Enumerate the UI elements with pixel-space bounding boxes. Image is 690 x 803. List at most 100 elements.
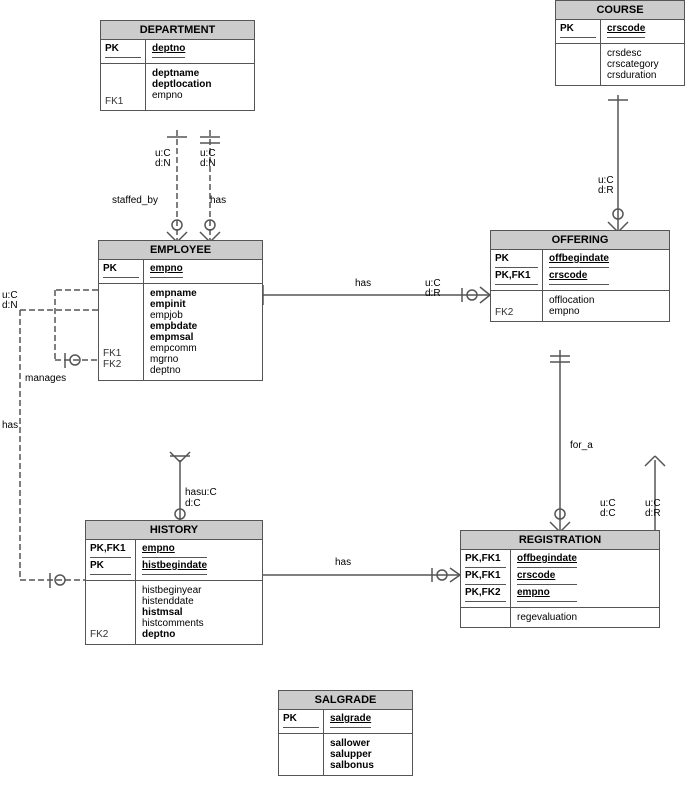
hist-fk2-label: FK2	[90, 629, 131, 640]
dept-empno: empno	[152, 90, 211, 101]
reg-pk1-label: PK,FK1	[465, 553, 506, 568]
label-for-a: for_a	[570, 440, 593, 451]
entity-employee: EMPLOYEE PK empno FK1 FK2 empname empini…	[98, 240, 263, 381]
reg-regevaluation: regevaluation	[517, 612, 577, 623]
off-fk2-label: FK2	[495, 307, 538, 318]
off-pk-attrs2: crscode	[549, 270, 609, 285]
reg-pk-attrs1: offbegindate	[517, 553, 577, 568]
hist-histenddate: histenddate	[142, 596, 204, 607]
label-dn-dept-top: d:N	[155, 158, 171, 169]
label-manages: manages	[25, 373, 66, 384]
label-has-emp-off: has	[355, 278, 371, 289]
label-has-hist-reg: has	[335, 557, 351, 568]
hist-pk2-label: PK	[90, 560, 131, 575]
course-pk-label: PK	[560, 23, 596, 38]
hist-deptno: deptno	[142, 629, 204, 640]
dept-fk1-label: FK1	[105, 96, 141, 107]
sal-salgrade: salgrade	[330, 713, 371, 724]
emp-pk-attrs: empno	[150, 263, 183, 278]
label-has-emp-hist: hasu:C	[185, 487, 217, 498]
sal-pk-attrs: salgrade	[330, 713, 371, 728]
emp-empjob: empjob	[150, 310, 197, 321]
sal-sallower: sallower	[330, 738, 374, 749]
label-has-left: has	[2, 420, 18, 431]
hist-histmsal: histmsal	[142, 607, 204, 618]
label-dn-dept2-top: d:N	[200, 158, 216, 169]
dept-pk-label: PK	[105, 43, 141, 58]
entity-registration-title: REGISTRATION	[519, 534, 601, 546]
emp-empbdate: empbdate	[150, 321, 197, 332]
entity-course: COURSE PK crscode crsdesc crscategory cr…	[555, 0, 685, 86]
emp-fk2-label: FK2	[103, 359, 139, 370]
entity-history: HISTORY PK,FK1 PK empno histbegindate FK…	[85, 520, 263, 645]
label-staffed-by: staffed_by	[112, 195, 158, 206]
label-dn-left: d:N	[2, 300, 18, 311]
off-crscode: crscode	[549, 270, 587, 281]
label-dc-emp-hist: d:C	[185, 498, 201, 509]
emp-empno: empno	[150, 263, 183, 274]
reg-pk-attrs2: crscode	[517, 570, 577, 585]
entity-registration-header: REGISTRATION	[461, 531, 659, 550]
entity-department-title: DEPARTMENT	[140, 24, 216, 36]
emp-empmsal: empmsal	[150, 332, 197, 343]
entity-offering-title: OFFERING	[552, 234, 609, 246]
entity-salgrade-title: SALGRADE	[315, 694, 377, 706]
emp-empinit: empinit	[150, 299, 197, 310]
sal-salupper: salupper	[330, 749, 374, 760]
emp-empcomm: empcomm	[150, 343, 197, 354]
label-dr-reg2: d:R	[645, 508, 661, 519]
emp-pk-label: PK	[103, 263, 139, 278]
off-pk-attrs1: offbegindate	[549, 253, 609, 268]
course-crscategory: crscategory	[607, 59, 659, 70]
hist-histbeginyear: histbeginyear	[142, 585, 204, 596]
entity-department-header: DEPARTMENT	[101, 21, 254, 40]
off-pk2-label: PK,FK1	[495, 270, 538, 285]
hist-pk-attrs2: histbegindate	[142, 560, 207, 575]
entity-salgrade-header: SALGRADE	[279, 691, 412, 710]
off-offbegindate: offbegindate	[549, 253, 609, 264]
sal-salbonus: salbonus	[330, 760, 374, 771]
course-crscode: crscode	[607, 23, 645, 34]
dept-deptno: deptno	[152, 43, 185, 54]
reg-pk3-label: PK,FK2	[465, 587, 506, 602]
hist-empno: empno	[142, 543, 175, 554]
entity-history-header: HISTORY	[86, 521, 262, 540]
emp-deptno: deptno	[150, 365, 197, 376]
hist-histbegindate: histbegindate	[142, 560, 207, 571]
hist-pk-attrs1: empno	[142, 543, 207, 558]
entity-offering: OFFERING PK PK,FK1 offbegindate crscode …	[490, 230, 670, 322]
dept-pk-attrs: deptno	[152, 43, 185, 58]
entity-employee-header: EMPLOYEE	[99, 241, 262, 260]
course-crsdesc: crsdesc	[607, 48, 659, 59]
label-dc-reg1: d:C	[600, 508, 616, 519]
erd-diagram: COURSE PK crscode crsdesc crscategory cr…	[0, 0, 690, 803]
off-pk1-label: PK	[495, 253, 538, 268]
label-dr-course: d:R	[598, 185, 614, 196]
sal-pk-label: PK	[283, 713, 319, 728]
emp-fk1-label: FK1	[103, 348, 139, 359]
dept-deptlocation: deptlocation	[152, 79, 211, 90]
label-has-dept: has	[210, 195, 226, 206]
entity-salgrade: SALGRADE PK salgrade sallower salupper s…	[278, 690, 413, 776]
off-offlocation: offlocation	[549, 295, 594, 306]
hist-pk1-label: PK,FK1	[90, 543, 131, 558]
entity-department: DEPARTMENT PK deptno FK1 deptname deptlo…	[100, 20, 255, 111]
hist-histcomments: histcomments	[142, 618, 204, 629]
label-dr-emp-off: d:R	[425, 288, 441, 299]
reg-pk-attrs3: empno	[517, 587, 577, 602]
dept-deptname: deptname	[152, 68, 211, 79]
reg-pk2-label: PK,FK1	[465, 570, 506, 585]
relationship-lines	[0, 0, 690, 803]
entity-course-title: COURSE	[596, 4, 643, 16]
off-empno: empno	[549, 306, 594, 317]
reg-crscode: crscode	[517, 570, 555, 581]
emp-mgrno: mgrno	[150, 354, 197, 365]
reg-offbegindate: offbegindate	[517, 553, 577, 564]
entity-registration: REGISTRATION PK,FK1 PK,FK1 PK,FK2 offbeg…	[460, 530, 660, 628]
entity-history-title: HISTORY	[150, 524, 198, 536]
entity-offering-header: OFFERING	[491, 231, 669, 250]
entity-employee-title: EMPLOYEE	[150, 244, 211, 256]
reg-empno: empno	[517, 587, 550, 598]
entity-course-header: COURSE	[556, 1, 684, 20]
course-crsduration: crsduration	[607, 70, 659, 81]
